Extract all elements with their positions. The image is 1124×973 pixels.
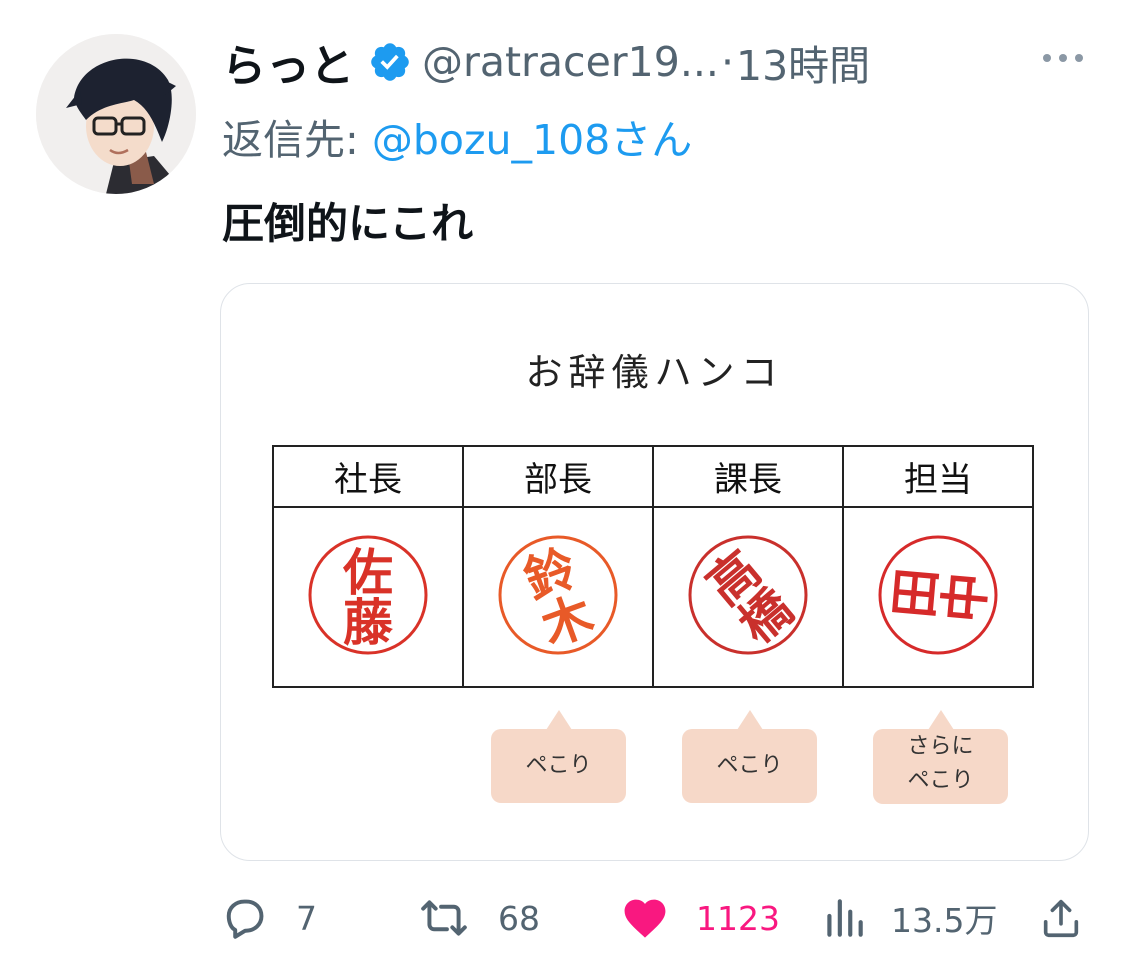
reply-button[interactable]: 7 [220, 885, 317, 951]
stamp-cell: 高橋 [652, 506, 844, 688]
reply-context: 返信先: @bozu_108さん [222, 106, 692, 166]
share-button[interactable] [1038, 885, 1084, 951]
avatar-illustration [36, 34, 196, 194]
reply-count: 7 [296, 898, 317, 938]
tweet-actions: 7 68 1123 13.5万 [0, 885, 1124, 955]
column-header: 社長 [272, 445, 464, 508]
views-count: 13.5万 [891, 901, 998, 940]
stamp-character: 藤 [343, 593, 394, 652]
retweet-icon [421, 900, 467, 936]
hanko-stamp: 高橋 [688, 535, 808, 655]
author-handle[interactable]: @ratracer19... [422, 38, 719, 86]
reply-mention-link[interactable]: @bozu_108さん [372, 116, 692, 164]
reply-icon [226, 899, 264, 939]
header-separator: · [720, 38, 734, 86]
heart-icon [624, 899, 666, 938]
hanko-stamp: 鈴木 [498, 535, 618, 658]
views-chart-icon [827, 899, 863, 937]
retweet-count: 68 [498, 898, 540, 938]
tweet-text: 圧倒的にこれ [222, 199, 474, 248]
stamp-cell: 佐藤 [272, 506, 464, 688]
stamp-character: 中 [934, 570, 997, 625]
tweet-time[interactable]: 13時間 [736, 32, 870, 92]
approval-table: 社長 部長 課長 担当 佐藤 鈴木 高橋 田中 [272, 445, 1034, 688]
reply-label: 返信先: [222, 116, 359, 164]
author-name[interactable]: らっと [222, 30, 354, 94]
column-header: 課長 [652, 445, 844, 508]
image-title: お辞儀ハンコ [525, 351, 784, 394]
more-options-icon[interactable] [1040, 48, 1086, 68]
verified-badge-icon [368, 40, 412, 84]
stamp-cell: 田中 [842, 506, 1034, 688]
share-icon [1043, 899, 1079, 938]
bow-note: ペこり [491, 710, 626, 803]
tweet-image[interactable]: お辞儀ハンコ 社長 部長 課長 担当 佐藤 鈴木 高橋 田中 ペこり ペこり さ… [220, 283, 1089, 861]
tweet-header: らっと @ratracer19... · 13時間 [222, 30, 870, 94]
like-button[interactable]: 1123 [620, 885, 780, 951]
retweet-button[interactable]: 68 [416, 885, 540, 951]
bow-note: さらに ペこり [873, 710, 1008, 804]
hanko-stamp: 田中 [878, 535, 998, 655]
bow-note: ペこり [682, 710, 817, 803]
stamp-characters: 鈴木 [517, 538, 601, 658]
views-button[interactable]: 13.5万 [823, 885, 997, 951]
column-header: 部長 [462, 445, 654, 508]
stamp-cell: 鈴木 [462, 506, 654, 688]
stamp-characters: 田中 [884, 566, 997, 625]
author-avatar[interactable] [36, 34, 196, 194]
column-header: 担当 [842, 445, 1034, 508]
stamp-characters: 佐藤 [342, 543, 394, 652]
like-count: 1123 [696, 898, 780, 938]
hanko-stamp: 佐藤 [308, 535, 428, 655]
